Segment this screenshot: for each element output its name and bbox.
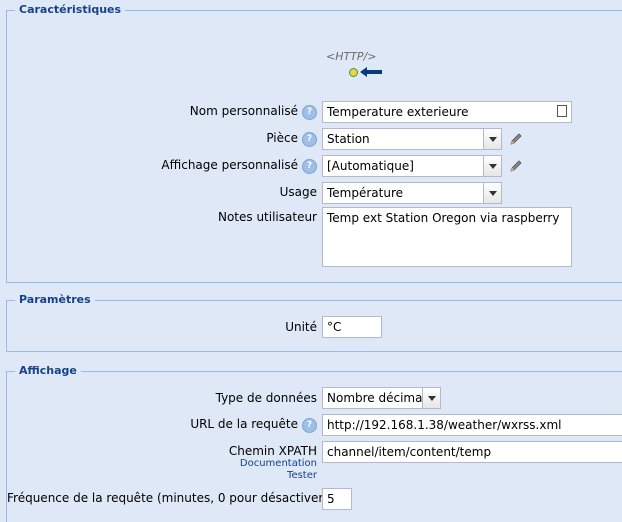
chevron-down-icon[interactable]: [483, 183, 501, 203]
http-device-icon: <HTTP/>: [326, 50, 386, 80]
status-dot-icon: [349, 68, 358, 77]
usage-select[interactable]: Température: [322, 182, 502, 204]
help-icon[interactable]: ?: [302, 418, 317, 433]
room-select[interactable]: Station: [322, 128, 502, 150]
custom-display-label: Affichage personnalisé: [161, 158, 298, 172]
url-label: URL de la requête: [190, 417, 298, 431]
unit-field[interactable]: °C: [322, 316, 382, 338]
data-type-label: Type de données: [215, 391, 317, 405]
documentation-link[interactable]: Documentation: [0, 458, 317, 469]
help-icon[interactable]: ?: [302, 105, 317, 120]
notes-textarea[interactable]: Temp ext Station Oregon via raspberry: [322, 207, 572, 267]
help-icon[interactable]: ?: [302, 159, 317, 174]
frequency-label: Fréquence de la requête (minutes, 0 pour…: [7, 491, 328, 505]
xpath-label: Chemin XPATH: [228, 444, 317, 458]
name-field[interactable]: Temperature exterieure: [322, 101, 572, 123]
notes-label: Notes utilisateur: [217, 210, 317, 224]
room-label: Pièce: [266, 131, 298, 145]
chevron-down-icon[interactable]: [422, 388, 440, 408]
section-title-parameters: Paramètres: [15, 293, 95, 306]
frequency-field[interactable]: 5: [322, 488, 352, 510]
unit-label: Unité: [285, 320, 317, 334]
section-title-characteristics: Caractéristiques: [15, 3, 126, 16]
pencil-icon[interactable]: [508, 158, 524, 174]
chevron-down-icon[interactable]: [483, 156, 501, 176]
data-type-select[interactable]: Nombre décimal: [322, 387, 441, 409]
test-link[interactable]: Tester: [0, 470, 317, 481]
section-title-display: Affichage: [15, 364, 81, 377]
help-icon[interactable]: ?: [302, 132, 317, 147]
usage-label: Usage: [279, 185, 317, 199]
custom-display-select[interactable]: [Automatique]: [322, 155, 502, 177]
xpath-field[interactable]: channel/item/content/temp: [322, 441, 622, 463]
arrow-left-icon: [360, 67, 382, 77]
url-field[interactable]: http://192.168.1.38/weather/wxrss.xml: [322, 414, 622, 436]
chevron-down-icon[interactable]: [483, 129, 501, 149]
contact-card-icon[interactable]: [557, 105, 567, 117]
name-label: Nom personnalisé: [189, 104, 298, 118]
pencil-icon[interactable]: [508, 131, 524, 147]
